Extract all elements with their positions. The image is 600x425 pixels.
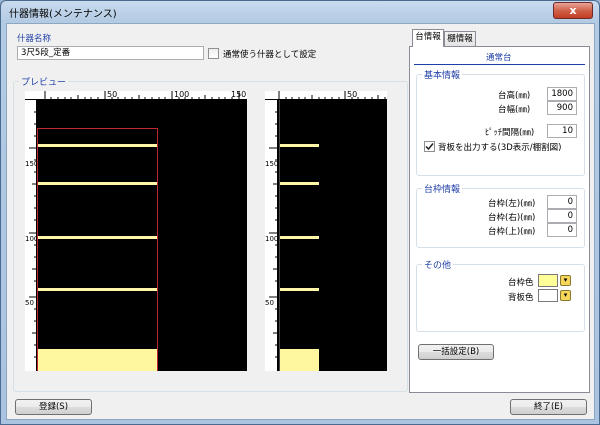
- height-input[interactable]: 1800: [547, 87, 577, 101]
- side-left-ruler-label-100: 100: [265, 235, 279, 243]
- frequent-fixture-label: 通常使う什器として設定: [223, 50, 317, 60]
- pitch-label: ﾋﾟｯﾁ間隔(㎜): [485, 128, 535, 138]
- height-label: 台高(㎜): [498, 91, 531, 101]
- fixture-name-label: 什器名称: [17, 34, 52, 44]
- side-top-ruler-ticks: [278, 91, 386, 100]
- side-preview-canvas: 50 150 100 50: [265, 91, 387, 371]
- main-left-ruler: 150 100 50: [25, 100, 38, 371]
- frame-color-picker-icon[interactable]: ▾: [560, 275, 571, 286]
- fixture-info-panel: 通常台 基本情報 台高(㎜) 1800 台幅(㎜) 900 ﾋﾟｯﾁ間隔(㎜) …: [409, 46, 590, 393]
- frame-right-input[interactable]: 0: [547, 209, 577, 223]
- main-top-ruler-label-150: 150: [231, 91, 247, 99]
- frame-info-title: 台枠情報: [422, 182, 463, 195]
- dialog-body: 什器名称 3尺5段_定番 通常使う什器として設定 プレビュー 50 100 15…: [6, 23, 595, 420]
- close-button[interactable]: x: [553, 2, 593, 19]
- register-button[interactable]: 登録(S): [15, 399, 92, 415]
- side-left-ruler: 150 100 50: [265, 100, 278, 371]
- side-shelf-1: [280, 144, 319, 147]
- main-preview-canvas: 50 100 150 150 100 50: [25, 91, 247, 371]
- side-shelf-4: [280, 288, 319, 291]
- backboard-color-label: 背板色: [508, 293, 534, 303]
- side-fixture-base: [280, 349, 319, 371]
- tab-shelf-info[interactable]: 棚情報: [444, 31, 476, 47]
- frame-color-label: 台枠色: [508, 278, 534, 288]
- width-input[interactable]: 900: [547, 101, 577, 115]
- mode-title: 通常台: [486, 53, 512, 63]
- frame-top-input[interactable]: 0: [547, 223, 577, 237]
- main-top-ruler-label-100: 100: [174, 91, 190, 99]
- backboard-checkbox[interactable]: [424, 141, 435, 152]
- frame-color-swatch: [538, 274, 558, 287]
- tab-fixture-info[interactable]: 台情報: [412, 29, 444, 47]
- side-left-ruler-label-150: 150: [265, 160, 279, 168]
- side-top-ruler: 50: [265, 91, 387, 100]
- basic-info-title: 基本情報: [422, 68, 463, 81]
- fixture-base: [38, 349, 157, 371]
- backboard-color-picker-icon[interactable]: ▾: [560, 290, 571, 301]
- dialog-window: 什器情報(メンテナンス) x 什器名称 3尺5段_定番 通常使う什器として設定 …: [0, 0, 600, 425]
- main-top-ruler-label-50: 50: [107, 91, 118, 99]
- side-left-ruler-label-50: 50: [265, 299, 274, 307]
- frame-left-label: 台枠(左)(㎜): [488, 199, 536, 209]
- frequent-fixture-checkbox[interactable]: [208, 48, 219, 59]
- backboard-label: 背板を出力する(3D表示/棚割図): [438, 143, 562, 153]
- window-title: 什器情報(メンテナンス): [9, 9, 117, 20]
- exit-button[interactable]: 終了(E): [510, 399, 587, 415]
- other-title: その他: [422, 258, 454, 271]
- checkmark-icon: [425, 143, 434, 151]
- shelf-4: [38, 288, 157, 291]
- main-top-ruler: 50 100 150: [25, 91, 247, 100]
- shelf-1: [38, 144, 157, 147]
- main-left-ruler-label-50: 50: [25, 299, 34, 307]
- mode-title-underline: [414, 64, 585, 65]
- frame-left-input[interactable]: 0: [547, 195, 577, 209]
- title-bar: 什器情報(メンテナンス) x: [1, 1, 599, 23]
- main-top-ruler-ticks: [44, 91, 240, 100]
- side-top-ruler-label-50: 50: [347, 91, 358, 99]
- side-shelf-3: [280, 236, 319, 239]
- side-shelf-2: [280, 182, 319, 185]
- width-label: 台幅(㎜): [498, 105, 531, 115]
- shelf-3: [38, 236, 157, 239]
- frame-right-label: 台枠(右)(㎜): [488, 213, 536, 223]
- backboard-color-swatch: [538, 289, 558, 302]
- frame-top-label: 台枠(上)(㎜): [488, 227, 536, 237]
- fixture-name-input[interactable]: 3尺5段_定番: [17, 46, 204, 60]
- fixture-frame-outline: [37, 128, 158, 371]
- shelf-2: [38, 182, 157, 185]
- bulk-settings-button[interactable]: 一括設定(B): [418, 344, 494, 360]
- pitch-input[interactable]: 10: [547, 124, 577, 138]
- preview-label: プレビュー: [19, 75, 69, 88]
